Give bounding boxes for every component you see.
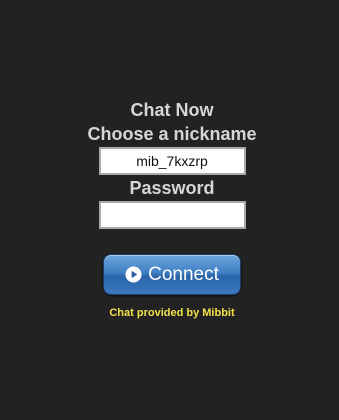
password-input[interactable] [98, 201, 246, 229]
play-circle-icon [125, 266, 142, 283]
chat-login-panel: Chat Now Choose a nickname Password Conn… [0, 98, 339, 319]
nickname-input[interactable] [98, 147, 246, 175]
connect-button-label: Connect [148, 263, 219, 285]
connect-button[interactable]: Connect [103, 254, 241, 295]
nickname-label: Choose a nickname [87, 124, 257, 144]
mibbit-credit: Chat provided by Mibbit [109, 307, 235, 319]
chat-title: Chat Now [130, 100, 214, 120]
password-label: Password [129, 178, 215, 198]
